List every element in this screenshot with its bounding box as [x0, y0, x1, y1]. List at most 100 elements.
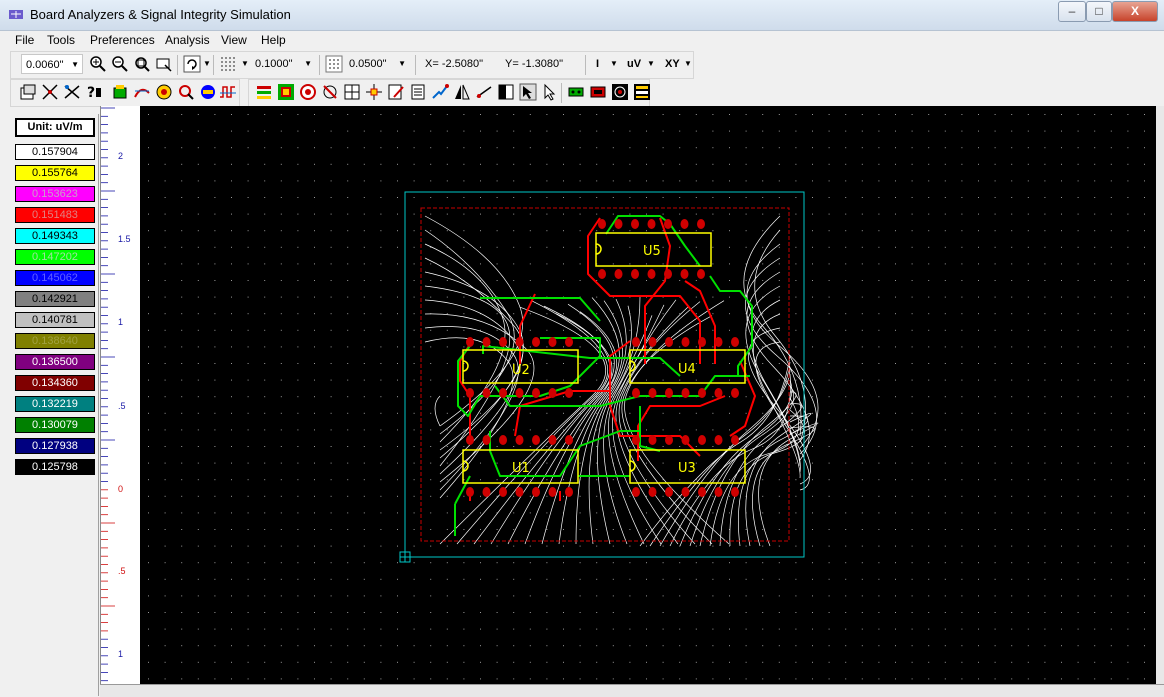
view-mode-value[interactable]: XY — [665, 58, 680, 70]
zoom-fit-icon[interactable] — [133, 55, 151, 73]
probe-icon[interactable] — [177, 83, 195, 101]
window-title: Board Analyzers & Signal Integrity Simul… — [30, 7, 291, 22]
route-icon[interactable] — [431, 83, 449, 101]
edit-icon[interactable] — [387, 83, 405, 101]
horizontal-scrollbar[interactable] — [100, 684, 1164, 697]
legend-item: 0.145062 — [15, 270, 95, 286]
chevron-down-icon[interactable]: ▼ — [241, 59, 249, 68]
trace-width-combo[interactable]: 0.0060" ▼ — [21, 54, 83, 74]
vertical-ruler: 2 1.5 1 .5 0 .5 1 — [100, 106, 141, 696]
legend-item: 0.142921 — [15, 291, 95, 307]
field-icon[interactable] — [199, 83, 217, 101]
zoom-in-icon[interactable] — [89, 55, 107, 73]
minimize-button[interactable]: – — [1058, 1, 1086, 22]
x-coordinate: X= -2.5080" — [425, 58, 484, 70]
layers-icon[interactable] — [255, 83, 273, 101]
chevron-down-icon[interactable]: ▼ — [647, 59, 655, 68]
y-coordinate: Y= -1.3080" — [505, 58, 564, 70]
legend-icon[interactable] — [633, 83, 651, 101]
emi-icon[interactable] — [155, 83, 173, 101]
chevron-down-icon: ▼ — [398, 59, 406, 68]
toolbar-settings: 0.0060" ▼ ▼ ▼ 0.1000" ▼ 0.0500" ▼ X= -2.… — [10, 51, 694, 79]
board-view-icon[interactable] — [277, 83, 295, 101]
ruler-label: .5 — [118, 566, 126, 576]
menu-analysis[interactable]: Analysis — [165, 33, 210, 47]
legend-item: 0.127938 — [15, 438, 95, 454]
crosstalk-icon[interactable] — [63, 83, 81, 101]
chevron-down-icon: ▼ — [304, 59, 312, 68]
chevron-down-icon[interactable]: ▼ — [610, 59, 618, 68]
component-label: U4 — [678, 362, 696, 377]
zoom-out-icon[interactable] — [111, 55, 129, 73]
menu-file[interactable]: File — [15, 33, 34, 47]
toolbar-separator — [177, 55, 178, 75]
grid-value-combo[interactable]: 0.1000" ▼ — [251, 54, 315, 74]
component-icon[interactable] — [111, 83, 129, 101]
component-u1: U1 — [462, 449, 579, 484]
shield-icon[interactable] — [589, 83, 607, 101]
signal-icon[interactable] — [133, 83, 151, 101]
legend-item: 0.157904 — [15, 144, 95, 160]
legend-item: 0.138640 — [15, 333, 95, 349]
ruler-label: 0 — [118, 484, 124, 494]
grid-value: 0.1000" — [255, 58, 293, 70]
menu-view[interactable]: View — [221, 33, 247, 47]
origin-marker — [399, 551, 411, 563]
ruler-label: 1.5 — [118, 234, 131, 244]
toolbar-separator — [319, 55, 320, 75]
report-icon[interactable] — [409, 83, 427, 101]
ruler-label: 1 — [118, 317, 124, 327]
unit-value[interactable]: uV — [627, 58, 641, 70]
board-canvas[interactable]: U5 U2 U4 U1 U3 — [140, 106, 1156, 684]
board-outline — [404, 191, 805, 558]
pointer-icon[interactable] — [541, 83, 559, 101]
chevron-down-icon[interactable]: ▼ — [203, 59, 211, 68]
half-fill-icon[interactable] — [497, 83, 515, 101]
toolbar-separator — [585, 55, 586, 75]
component-label: U3 — [678, 461, 696, 476]
net-icon[interactable] — [41, 83, 59, 101]
target-icon[interactable] — [299, 83, 317, 101]
move-icon[interactable] — [365, 83, 383, 101]
component-u3: U3 — [629, 449, 746, 484]
measure-icon[interactable] — [475, 83, 493, 101]
zoom-window-icon[interactable] — [155, 55, 173, 73]
menu-preferences[interactable]: Preferences — [90, 33, 155, 47]
connector-icon[interactable] — [567, 83, 585, 101]
menu-help[interactable]: Help — [261, 33, 286, 47]
waveform-icon[interactable] — [219, 83, 237, 101]
current-mode-value[interactable]: I — [596, 58, 599, 70]
rotate-icon[interactable] — [183, 55, 201, 73]
component-u4: U4 — [629, 349, 746, 384]
legend-item: 0.155764 — [15, 165, 95, 181]
radiation-icon[interactable] — [611, 83, 629, 101]
properties-icon[interactable] — [19, 83, 37, 101]
mirror-icon[interactable] — [453, 83, 471, 101]
component-label: U1 — [512, 461, 530, 476]
component-label: U5 — [643, 244, 661, 259]
legend-item: 0.151483 — [15, 207, 95, 223]
trace-width-value: 0.0060" — [26, 59, 64, 71]
legend-item: 0.130079 — [15, 417, 95, 433]
board-drawing[interactable]: U5 U2 U4 U1 U3 — [140, 106, 1156, 684]
legend-item: 0.134360 — [15, 375, 95, 391]
legend-item: 0.140781 — [15, 312, 95, 328]
legend-item: 0.153623 — [15, 186, 95, 202]
via-icon[interactable] — [321, 83, 339, 101]
select-icon[interactable] — [519, 83, 537, 101]
snap-grid-icon[interactable] — [325, 55, 343, 73]
maximize-button[interactable]: □ — [1086, 1, 1112, 22]
help-query-icon[interactable]: ? — [85, 83, 103, 101]
toolbar-separator — [213, 55, 214, 75]
legend-unit-label: Unit: uV/m — [15, 118, 95, 137]
chevron-down-icon: ▼ — [71, 60, 79, 69]
chevron-down-icon[interactable]: ▼ — [684, 59, 692, 68]
legend-item: 0.125798 — [15, 459, 95, 475]
close-button[interactable]: X — [1112, 1, 1158, 22]
snap-value-combo[interactable]: 0.0500" ▼ — [345, 54, 409, 74]
grid-icon[interactable] — [219, 55, 237, 73]
grid-table-icon[interactable] — [343, 83, 361, 101]
ruler-label: 1 — [118, 649, 124, 659]
menu-tools[interactable]: Tools — [47, 33, 75, 47]
vertical-scrollbar[interactable] — [1156, 106, 1164, 684]
